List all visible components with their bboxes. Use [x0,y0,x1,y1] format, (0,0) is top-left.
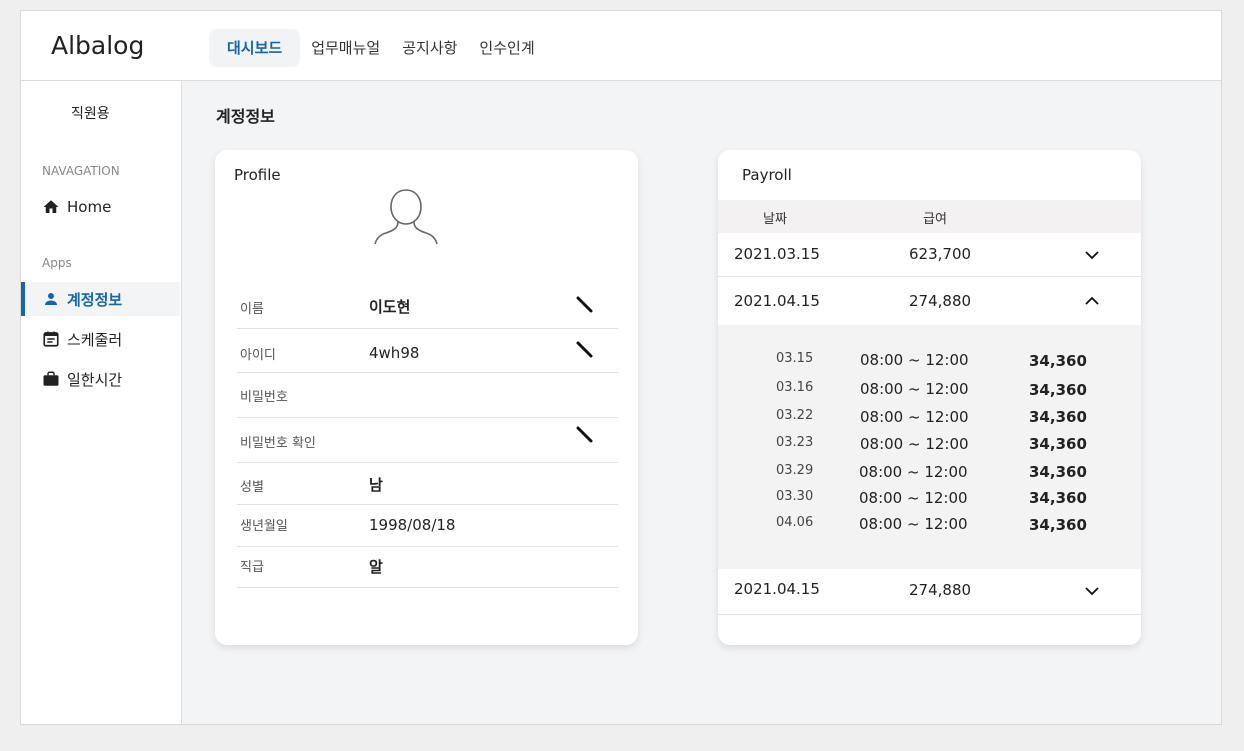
detail-time: 08:00 ~ 12:00 [859,515,968,533]
sidebar-item-label: Home [67,198,112,216]
detail-row: 04.06 08:00 ~ 12:00 34,360 [718,515,1141,539]
payroll-amount: 623,700 [909,245,972,263]
payroll-row[interactable]: 2021.03.15 623,700 [718,233,1141,277]
detail-row: 03.23 08:00 ~ 12:00 34,360 [718,435,1141,459]
detail-time: 08:00 ~ 12:00 [860,351,969,369]
tab-dashboard[interactable]: 대시보드 [209,29,301,67]
name-value: 이도현 [369,298,411,316]
detail-pay: 34,360 [1029,435,1087,453]
payroll-date: 2021.03.15 [734,245,820,263]
detail-pay: 34,360 [1029,463,1087,481]
edit-pencil-icon[interactable] [575,340,597,362]
detail-pay: 34,360 [1029,352,1087,370]
avatar-icon [371,186,441,248]
tab-handover[interactable]: 인수인계 [468,29,545,67]
sidebar-item-label: 일한시간 [67,370,123,389]
sidebar-item-account[interactable]: 계정정보 [21,282,180,316]
detail-time: 08:00 ~ 12:00 [860,435,969,453]
detail-day: 03.30 [776,489,814,504]
edit-pencil-icon[interactable] [575,295,597,317]
sidebar: 직원용 NAVAGATION Home Apps 계정정보 스케줄러 일한시간 [21,81,182,724]
payroll-date: 2021.04.15 [734,580,820,598]
detail-day: 03.23 [776,435,814,450]
profile-row-name: 이름 이도현 [237,288,618,329]
home-icon [41,197,61,217]
tab-work-manual[interactable]: 업무매뉴얼 [300,29,391,67]
profile-row-password: 비밀번호 [237,374,618,418]
detail-row: 03.15 08:00 ~ 12:00 34,360 [718,351,1141,375]
sidebar-item-label: 계정정보 [67,290,123,309]
detail-day: 03.16 [776,380,814,395]
profile-row-gender: 성별 남 [237,464,618,505]
profile-row-id: 아이디 4wh98 [237,330,618,373]
sidebar-section-apps: Apps [42,256,72,270]
detail-row: 03.22 08:00 ~ 12:00 34,360 [718,408,1141,432]
field-label: 비밀번호 확인 [240,436,316,451]
detail-day: 03.29 [776,463,814,478]
payroll-title: Payroll [742,166,792,184]
person-icon [41,289,61,309]
detail-pay: 34,360 [1029,516,1087,534]
top-bar: Albalog 대시보드 업무매뉴얼 공지사항 인수인계 [21,11,1221,81]
detail-time: 08:00 ~ 12:00 [860,380,969,398]
chevron-down-icon[interactable] [1082,245,1102,265]
detail-row: 03.16 08:00 ~ 12:00 34,360 [718,380,1141,404]
payroll-row[interactable]: 2021.04.15 274,880 [718,569,1141,615]
edit-pencil-icon[interactable] [575,425,597,447]
detail-time: 08:00 ~ 12:00 [859,489,968,507]
chevron-up-icon[interactable] [1082,291,1102,311]
page-title: 계정정보 [216,107,275,126]
field-label: 아이디 [240,348,276,363]
detail-time: 08:00 ~ 12:00 [860,408,969,426]
tab-notices[interactable]: 공지사항 [391,29,468,67]
detail-day: 04.06 [776,515,814,530]
column-header-amount: 급여 [923,212,947,227]
field-label: 직급 [240,560,264,575]
calendar-icon [41,329,61,349]
sidebar-item-label: 스케줄러 [67,330,123,349]
profile-row-birthdate: 생년월일 1998/08/18 [237,506,618,547]
profile-title: Profile [234,166,281,184]
detail-time: 08:00 ~ 12:00 [859,463,968,481]
sidebar-item-scheduler[interactable]: 스케줄러 [21,322,180,356]
sidebar-item-home[interactable]: Home [21,190,180,224]
birthdate-value: 1998/08/18 [369,516,456,534]
payroll-amount: 274,880 [909,581,972,599]
detail-row: 03.29 08:00 ~ 12:00 34,360 [718,463,1141,487]
detail-pay: 34,360 [1029,489,1087,507]
sidebar-role: 직원용 [71,106,110,122]
field-label: 생년월일 [240,519,288,534]
detail-row: 03.30 08:00 ~ 12:00 34,360 [718,489,1141,513]
column-header-date: 날짜 [763,212,787,227]
main-nav: 대시보드 업무매뉴얼 공지사항 인수인계 [209,29,546,67]
payroll-row-expanded[interactable]: 2021.04.15 274,880 [718,278,1141,325]
chevron-down-icon[interactable] [1082,581,1102,601]
detail-pay: 34,360 [1029,381,1087,399]
gender-value: 남 [369,476,383,494]
profile-row-position: 직급 알 [237,548,618,588]
field-label: 비밀번호 [240,390,288,405]
position-value: 알 [369,558,383,576]
detail-day: 03.22 [776,408,814,423]
detail-day: 03.15 [776,351,814,366]
field-label: 성별 [240,480,264,495]
payroll-date: 2021.04.15 [734,292,820,310]
sidebar-item-worked-hours[interactable]: 일한시간 [21,362,180,396]
payroll-card: Payroll 날짜 급여 2021.03.15 623,700 2021.04… [718,150,1141,645]
payroll-detail-panel: 03.15 08:00 ~ 12:00 34,360 03.16 08:00 ~… [718,325,1141,569]
id-value: 4wh98 [369,344,420,362]
profile-card: Profile 이름 이도현 아이디 4wh98 비밀번호 비밀번호 확인 성별… [215,150,638,645]
detail-pay: 34,360 [1029,408,1087,426]
app-window: Albalog 대시보드 업무매뉴얼 공지사항 인수인계 직원용 NAVAGAT… [20,10,1222,725]
payroll-amount: 274,880 [909,292,972,310]
payroll-table-header: 날짜 급여 [718,200,1141,233]
briefcase-icon [41,369,61,389]
sidebar-section-navigation: NAVAGATION [42,164,120,178]
brand-logo[interactable]: Albalog [51,31,144,60]
profile-row-password-confirm: 비밀번호 확인 [237,419,618,463]
field-label: 이름 [240,302,264,317]
